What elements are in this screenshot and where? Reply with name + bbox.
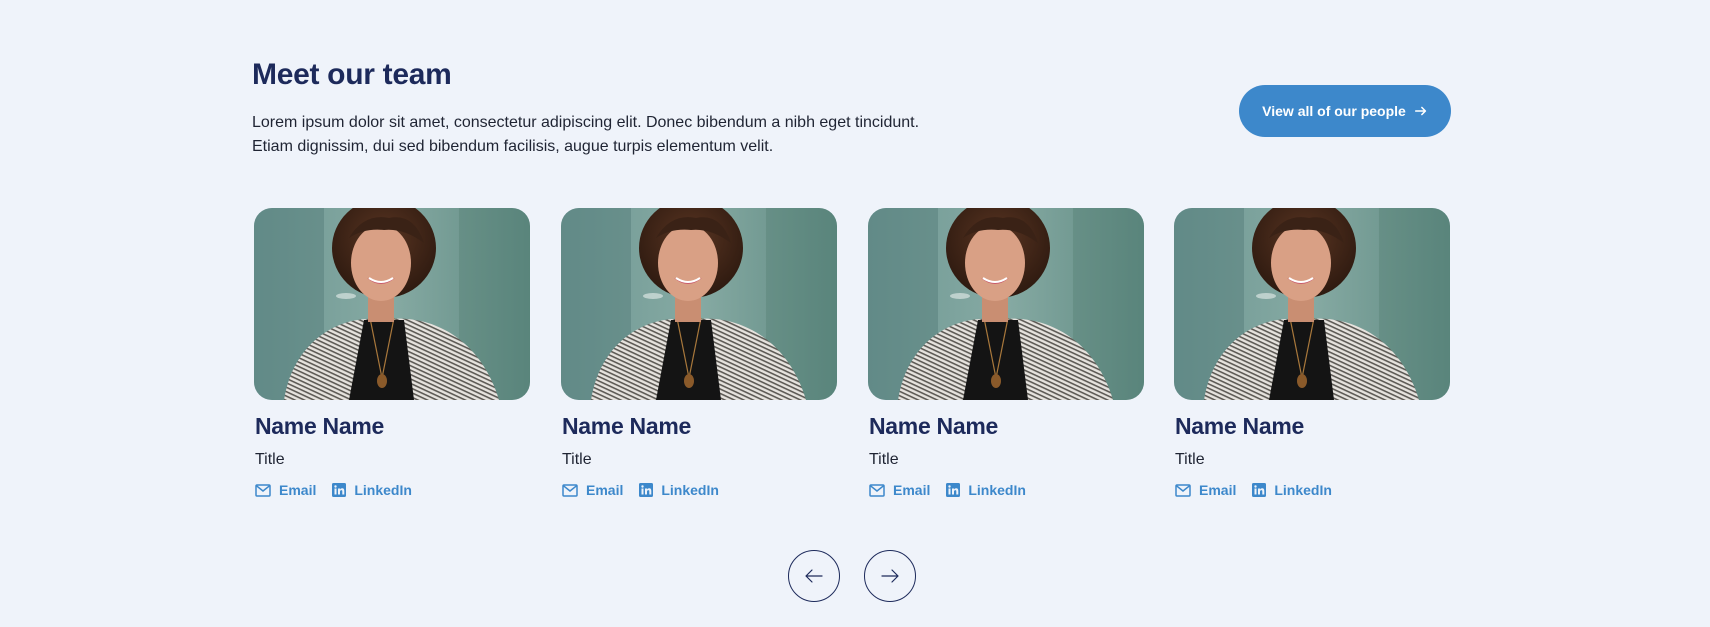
linkedin-link[interactable]: LinkedIn [946, 482, 1026, 498]
email-link[interactable]: Email [869, 482, 930, 498]
team-member-title: Title [255, 451, 285, 468]
team-section: Meet our team Lorem ipsum dolor sit amet… [0, 0, 1710, 627]
arrow-left-icon [805, 569, 823, 583]
team-card: Name Name Title Email LinkedIn [868, 208, 1144, 498]
team-member-photo [1174, 208, 1450, 400]
email-link[interactable]: Email [1175, 482, 1236, 498]
arrow-right-icon [1414, 106, 1426, 116]
intro-line-2: Etiam dignissim, dui sed bibendum facili… [252, 138, 774, 155]
contact-links: Email LinkedIn [562, 482, 719, 498]
team-card: Name Name Title Email LinkedIn [1174, 208, 1450, 498]
linkedin-label: LinkedIn [354, 482, 412, 498]
team-member-title: Title [869, 451, 899, 468]
email-label: Email [586, 482, 624, 498]
team-member-title: Title [562, 451, 592, 468]
section-title: Meet our team [252, 58, 452, 91]
linkedin-link[interactable]: LinkedIn [639, 482, 719, 498]
linkedin-label: LinkedIn [661, 482, 719, 498]
email-link[interactable]: Email [562, 482, 623, 498]
linkedin-icon [946, 483, 961, 497]
contact-links: Email LinkedIn [869, 482, 1026, 498]
team-member-photo [561, 208, 837, 400]
linkedin-link[interactable]: LinkedIn [1252, 482, 1332, 498]
email-label: Email [1199, 482, 1237, 498]
team-card: Name Name Title Email LinkedIn [561, 208, 837, 498]
email-link[interactable]: Email [255, 482, 316, 498]
email-icon [1175, 483, 1191, 497]
linkedin-link[interactable]: LinkedIn [332, 482, 412, 498]
arrow-right-icon [881, 569, 899, 583]
linkedin-icon [332, 483, 347, 497]
team-member-name: Name Name [1175, 413, 1304, 439]
email-icon [562, 483, 578, 497]
team-member-photo [254, 208, 530, 400]
email-label: Email [279, 482, 317, 498]
contact-links: Email LinkedIn [255, 482, 412, 498]
team-card: Name Name Title Email LinkedIn [254, 208, 530, 498]
team-member-name: Name Name [562, 413, 691, 439]
team-member-name: Name Name [869, 413, 998, 439]
team-member-name: Name Name [255, 413, 384, 439]
carousel-next-button[interactable] [864, 550, 916, 602]
contact-links: Email LinkedIn [1175, 482, 1332, 498]
team-member-title: Title [1175, 451, 1205, 468]
email-icon [869, 483, 885, 497]
intro-line-1: Lorem ipsum dolor sit amet, consectetur … [252, 114, 920, 131]
view-all-people-button[interactable]: View all of our people [1239, 85, 1451, 137]
team-member-photo [868, 208, 1144, 400]
email-label: Email [893, 482, 931, 498]
section-intro: Lorem ipsum dolor sit amet, consectetur … [252, 111, 1012, 159]
linkedin-icon [1252, 483, 1267, 497]
email-icon [255, 483, 271, 497]
linkedin-label: LinkedIn [968, 482, 1026, 498]
linkedin-label: LinkedIn [1274, 482, 1332, 498]
carousel-prev-button[interactable] [788, 550, 840, 602]
view-all-label: View all of our people [1262, 103, 1406, 119]
linkedin-icon [639, 483, 654, 497]
